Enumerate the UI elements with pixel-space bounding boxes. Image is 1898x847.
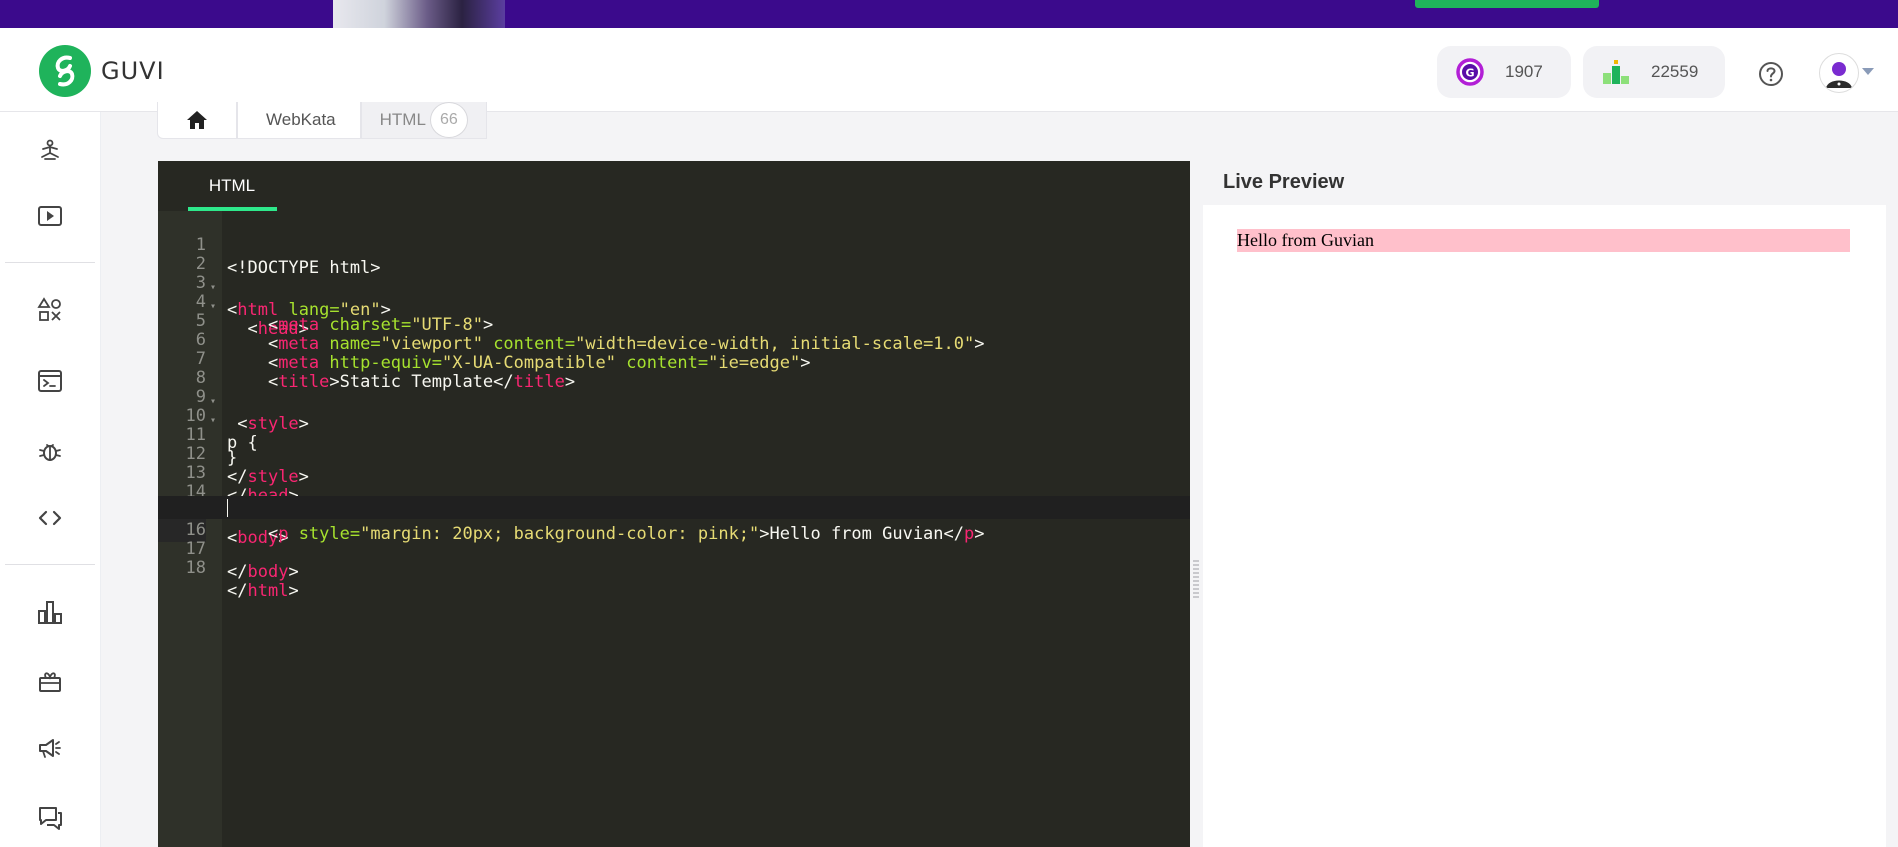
sidebar-item-rewards[interactable] xyxy=(34,665,66,697)
svg-text:G: G xyxy=(1465,67,1474,80)
sidebar-item-codekata[interactable] xyxy=(34,365,66,397)
breadcrumb: WebKata HTML 66 xyxy=(157,101,487,139)
breadcrumb-home[interactable] xyxy=(157,101,237,139)
preview-paragraph: Hello from Guvian xyxy=(1237,229,1850,252)
breadcrumb-current-label: HTML xyxy=(379,109,426,129)
sidebar-item-courses[interactable] xyxy=(34,200,66,232)
sidebar-item-debugging[interactable] xyxy=(34,435,66,467)
video-play-icon xyxy=(38,206,62,226)
sidebar-item-leaderboard[interactable] xyxy=(34,596,66,628)
top-header: GUVI G 1907 22559 xyxy=(0,28,1898,112)
logo-text: GUVI xyxy=(101,57,165,85)
tab-html[interactable]: HTML xyxy=(188,161,276,211)
code-line[interactable]: 18 </html> xyxy=(158,534,1190,601)
leaderboard-podium-icon xyxy=(1601,57,1631,87)
sidebar-divider xyxy=(5,564,95,565)
guvi-logo-icon xyxy=(39,45,91,97)
terminal-window-icon xyxy=(38,370,62,392)
chevron-down-icon[interactable] xyxy=(1862,68,1874,75)
gem-coin-icon: G xyxy=(1455,57,1485,87)
breadcrumb-current: HTML 66 xyxy=(360,101,487,139)
shapes-icon xyxy=(37,297,61,321)
breadcrumb-webkata[interactable]: WebKata xyxy=(237,101,361,139)
promo-banner[interactable] xyxy=(0,0,1898,28)
problem-count-badge: 66 xyxy=(429,101,468,138)
gems-counter[interactable]: G 1907 xyxy=(1437,46,1571,98)
gift-icon xyxy=(39,672,61,692)
sidebar-item-webkata[interactable] xyxy=(34,502,66,534)
promo-banner-image[interactable] xyxy=(333,0,505,28)
help-icon[interactable] xyxy=(1758,61,1784,87)
promo-banner-button[interactable] xyxy=(1415,0,1599,8)
drag-handle-icon[interactable] xyxy=(1193,560,1199,600)
megaphone-icon xyxy=(39,739,61,758)
pane-splitter[interactable] xyxy=(1190,161,1202,847)
live-preview-pane: Hello from Guvian xyxy=(1203,205,1886,847)
chat-bubbles-icon xyxy=(39,807,62,830)
yoga-person-icon xyxy=(41,139,59,160)
rank-counter[interactable]: 22559 xyxy=(1583,46,1725,98)
home-icon xyxy=(187,110,207,129)
code-area[interactable]: 1 <!DOCTYPE html> 2 ▾ <html lang="en"> 3… xyxy=(158,211,1190,847)
sidebar-divider xyxy=(5,262,95,263)
bug-icon xyxy=(39,444,61,461)
rank-value: 22559 xyxy=(1651,62,1699,81)
live-preview-title: Live Preview xyxy=(1223,171,1345,193)
editor-tab-bar: HTML xyxy=(158,161,1190,211)
guvi-logo[interactable]: GUVI xyxy=(39,45,165,97)
sidebar-item-forum[interactable] xyxy=(34,802,66,834)
left-sidebar xyxy=(0,112,101,847)
bar-chart-icon xyxy=(38,601,62,624)
user-avatar[interactable] xyxy=(1819,53,1859,93)
gems-value: 1907 xyxy=(1505,62,1543,81)
sidebar-item-dashboard[interactable] xyxy=(34,134,66,166)
code-brackets-icon xyxy=(38,510,62,526)
code-editor[interactable]: HTML 1 <!DOCTYPE html> 2 ▾ <html lang="e… xyxy=(158,161,1190,847)
sidebar-item-announcements[interactable] xyxy=(34,732,66,764)
sidebar-item-practice[interactable] xyxy=(34,294,66,326)
